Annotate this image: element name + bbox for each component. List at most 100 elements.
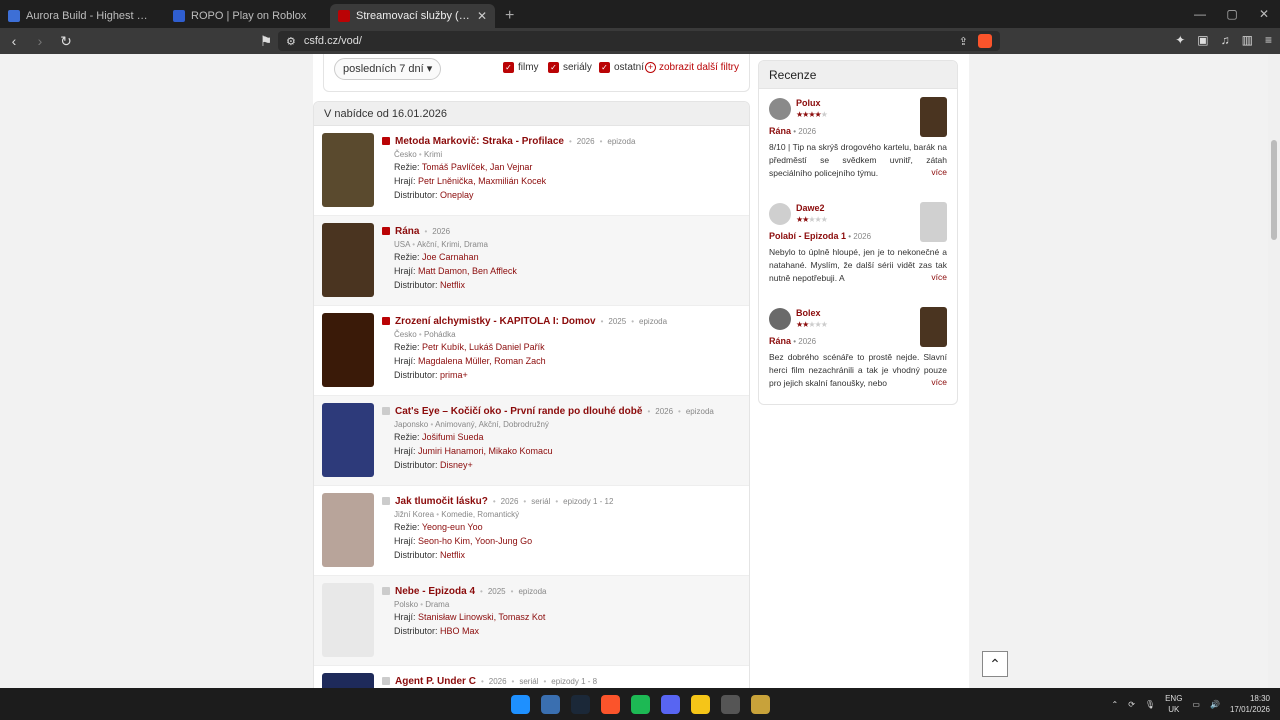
list-item[interactable]: Nebe - Epizoda 4 • 2025 • epizoda Polsko • Dr… [314,576,749,666]
brave-shield-icon[interactable] [978,34,992,48]
movie-title-link[interactable]: Metoda Markovič: Straka - Profilace [395,136,564,147]
extensions-icon[interactable]: ✦ [1175,33,1185,47]
filter-movies[interactable]: ✓ filmy [503,62,539,73]
review-more-link[interactable]: více [927,272,947,282]
review-film-link[interactable]: Polabí - Epizoda 1 [769,231,846,241]
new-tab-button[interactable]: + [495,4,524,28]
movie-title-link[interactable]: Nebe - Epizoda 4 [395,586,475,597]
forward-icon[interactable]: › [32,33,48,49]
taskbar-app-icon[interactable] [690,694,710,714]
movie-poster[interactable] [322,673,374,688]
close-tab-icon[interactable]: ✕ [477,9,487,23]
site-info-icon[interactable]: ⚙ [286,35,296,48]
close-window-icon[interactable]: ✕ [1248,7,1280,21]
star-icon: ★ [820,110,828,119]
movie-poster[interactable] [322,223,374,297]
taskbar-app-icon[interactable] [570,694,590,714]
clock[interactable]: 18:30 17/01/2026 [1230,693,1270,715]
review-more-link[interactable]: více [927,377,947,387]
scrollbar-thumb[interactable] [1271,140,1277,240]
review-poster[interactable] [920,202,947,242]
review-more-link[interactable]: více [927,167,947,177]
more-filters-link[interactable]: + zobrazit další filtry [644,62,739,73]
directors-link[interactable]: Yeong-eun Yoo [422,522,483,532]
mic-icon[interactable]: 🎙 [1145,700,1155,709]
taskbar-app-icon[interactable] [540,694,560,714]
distributor-link[interactable]: Netflix [440,550,465,560]
directors-link[interactable]: Jošifumi Sueda [422,432,484,442]
reload-icon[interactable]: ↻ [58,33,74,50]
menu-icon[interactable]: ≡ [1265,33,1272,47]
share-icon[interactable]: ⇪ [959,35,968,48]
distributor-link[interactable]: prima+ [440,370,468,380]
list-item[interactable]: Metoda Markovič: Straka - Profilace • 2026… [314,126,749,216]
filter-other[interactable]: ✓ ostatní [599,62,644,73]
review-film-link[interactable]: Rána [769,126,791,136]
bookmark-icon[interactable]: ⚑ [258,33,274,50]
list-item[interactable]: Rána • 2026 USA • Akční, Krimi, Drama Režie:… [314,216,749,306]
actors-link[interactable]: Jumiri Hanamori, Mikako Komacu [418,446,553,456]
actors-link[interactable]: Magdalena Müller, Roman Zach [418,356,546,366]
taskbar-app-icon[interactable] [660,694,680,714]
taskbar-app-icon[interactable] [600,694,620,714]
sync-icon[interactable]: ⟳ [1128,700,1135,709]
actors-link[interactable]: Matt Damon, Ben Affleck [418,266,517,276]
review-poster[interactable] [920,97,947,137]
page-scrollbar[interactable] [1268,54,1280,688]
movie-poster[interactable] [322,403,374,477]
address-bar[interactable]: ⚙ csfd.cz/vod/ ⇪ [278,31,1000,51]
list-item[interactable]: Agent P. Under C • 2026 • seriál • epizody 1 -… [314,666,749,688]
movie-title-link[interactable]: Zrození alchymistky - KAPITOLA I: Domov [395,316,596,327]
avatar[interactable] [769,308,791,330]
movie-title-link[interactable]: Jak tlumočit lásku? [395,496,488,507]
back-icon[interactable]: ‹ [6,33,22,49]
taskbar-app-icon[interactable] [750,694,770,714]
period-select[interactable]: posledních 7 dní ▾ [334,58,442,80]
distributor-link[interactable]: HBO Max [440,626,479,636]
avatar[interactable] [769,98,791,120]
directors-link[interactable]: Tomáš Pavlíček, Jan Vejnar [422,162,533,172]
directors-link[interactable]: Joe Carnahan [422,252,479,262]
list-item[interactable]: Jak tlumočit lásku? • 2026 • seriál • epizody … [314,486,749,576]
movie-poster[interactable] [322,493,374,567]
media-icon[interactable]: ♫ [1221,33,1230,47]
actors-link[interactable]: Stanisław Linowski, Tomasz Kot [418,612,545,622]
language-indicator[interactable]: ENG UK [1165,693,1182,715]
actors-link[interactable]: Petr Lněnička, Maxmilián Kocek [418,176,546,186]
chevron-up-icon[interactable]: ⌃ [1112,700,1119,709]
movie-title-link[interactable]: Cat's Eye – Kočičí oko - První rande po … [395,406,642,417]
actors-link[interactable]: Seon-ho Kim, Yoon-Jung Go [418,536,532,546]
directors-link[interactable]: Petr Kubík, Lukáš Daniel Pařík [422,342,545,352]
movie-poster[interactable] [322,583,374,657]
review-film-link[interactable]: Rána [769,336,791,346]
list-item[interactable]: Cat's Eye – Kočičí oko - První rande po … [314,396,749,486]
wallet-icon[interactable]: ▣ [1197,33,1208,47]
browser-tab[interactable]: Streamovací služby (VOD) | ČSFD ✕ [330,4,495,28]
avatar[interactable] [769,203,791,225]
review-poster[interactable] [920,307,947,347]
movie-title-link[interactable]: Rána [395,226,419,237]
movie-genres: Akční, Krimi, Drama [416,240,488,249]
review-user-link[interactable]: Dawe2 [796,203,825,213]
movie-poster[interactable] [322,313,374,387]
scroll-to-top-button[interactable]: ⌃ [982,651,1008,677]
list-item[interactable]: Zrození alchymistky - KAPITOLA I: Domov •… [314,306,749,396]
filter-series[interactable]: ✓ seriály [548,62,592,73]
movie-title-link[interactable]: Agent P. Under C [395,676,476,687]
taskbar-app-icon[interactable] [630,694,650,714]
browser-tab[interactable]: Aurora Build - Highest Win Rate Buil [0,4,165,28]
taskbar-app-icon[interactable] [510,694,530,714]
distributor-link[interactable]: Oneplay [440,190,474,200]
browser-tab[interactable]: ROPO | Play on Roblox [165,4,330,28]
network-icon[interactable]: ▭ [1192,700,1200,709]
minimize-icon[interactable]: — [1184,7,1216,21]
review-user-link[interactable]: Polux [796,98,821,108]
sidebar-icon[interactable]: ▥ [1242,33,1253,47]
distributor-link[interactable]: Netflix [440,280,465,290]
taskbar-app-icon[interactable] [720,694,740,714]
maximize-icon[interactable]: ▢ [1216,7,1248,21]
distributor-link[interactable]: Disney+ [440,460,473,470]
review-user-link[interactable]: Bolex [796,308,821,318]
movie-poster[interactable] [322,133,374,207]
volume-icon[interactable]: 🔊 [1210,700,1220,709]
